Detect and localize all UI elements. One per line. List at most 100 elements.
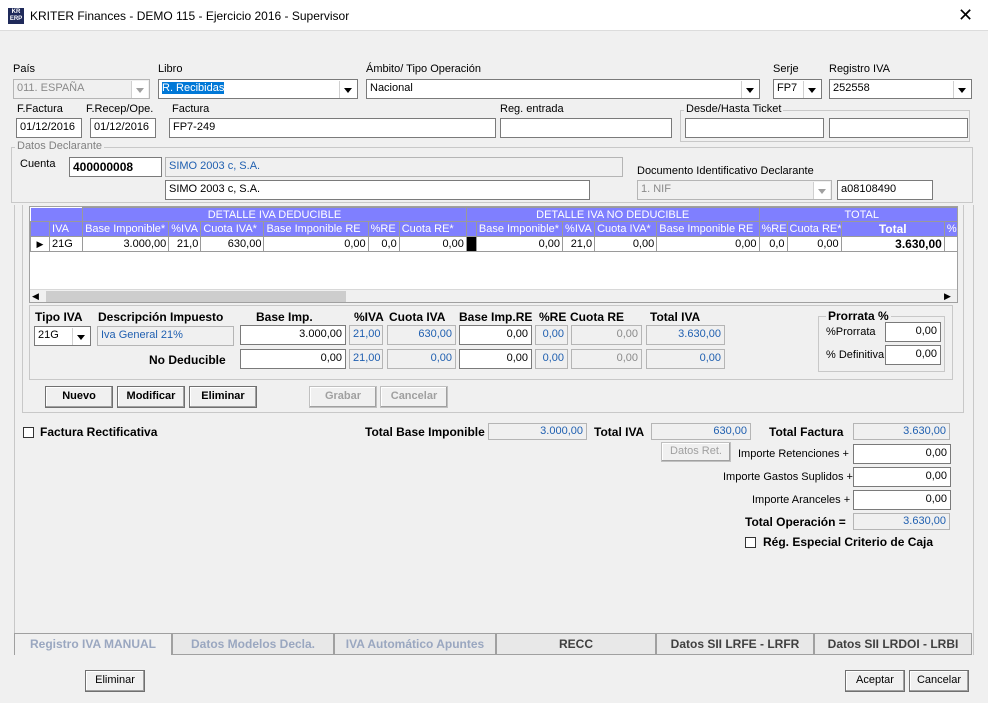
cell-piva[interactable]: 21,0 xyxy=(168,236,202,252)
col-iva[interactable]: IVA xyxy=(49,221,84,237)
libro-select[interactable]: R. Recibidas xyxy=(158,79,358,99)
chevron-down-icon xyxy=(803,81,820,98)
factura-input[interactable]: FP7-249 xyxy=(169,118,496,138)
totaliva-label: Total IVA xyxy=(650,310,701,324)
scroll-right-icon[interactable]: ▶ xyxy=(944,291,951,302)
eliminar-line-button[interactable]: Eliminar xyxy=(189,386,257,408)
criterio-caja-checkbox[interactable] xyxy=(745,537,756,548)
cell-pre[interactable]: 0,0 xyxy=(367,236,400,252)
aceptar-button[interactable]: Aceptar xyxy=(845,670,905,692)
cell-nd-piva[interactable]: 21,0 xyxy=(562,236,596,252)
col-nd-cuota-re[interactable]: Cuota RE* xyxy=(786,221,842,237)
definitiva-input[interactable]: 0,00 xyxy=(885,345,941,365)
ffactura-input[interactable]: 01/12/2016 xyxy=(16,118,82,138)
iva-grid-table: DETALLE IVA DEDUCIBLE DETALLE IVA NO DED… xyxy=(30,207,957,252)
datos-ret-button[interactable]: Datos Ret. xyxy=(661,442,731,462)
pais-select[interactable]: 011. ESPAÑA xyxy=(13,79,150,99)
iva-grid[interactable]: DETALLE IVA DEDUCIBLE DETALLE IVA NO DED… xyxy=(29,206,958,303)
cuotare-label: Cuota RE xyxy=(570,310,624,324)
tab-recc[interactable]: RECC xyxy=(496,633,656,655)
frecep-input[interactable]: 01/12/2016 xyxy=(90,118,156,138)
cancelar-button[interactable]: Cancelar xyxy=(909,670,969,692)
col-nd-base-imponible[interactable]: Base Imponible* xyxy=(475,221,564,237)
regentrada-input[interactable] xyxy=(500,118,672,138)
col-nd-piva[interactable]: %IVA xyxy=(562,221,596,237)
definitiva-label: % Definitiva xyxy=(826,349,885,361)
total-op-label: Total Operación = xyxy=(745,515,846,529)
col-base-re[interactable]: Base Imponible RE xyxy=(263,221,369,237)
cancelar-line-button[interactable]: Cancelar xyxy=(380,386,448,408)
cell-cuota[interactable]: 630,00 xyxy=(200,236,265,252)
retenciones-input[interactable]: 0,00 xyxy=(853,444,951,464)
eliminar-button[interactable]: Eliminar xyxy=(85,670,145,692)
declarante-name-input[interactable]: SIMO 2003 c, S.A. xyxy=(165,180,590,200)
ticket-desde-input[interactable] xyxy=(685,118,824,138)
tab-datos-modelos[interactable]: Datos Modelos Decla. xyxy=(172,633,334,655)
scroll-left-icon[interactable]: ◀ xyxy=(32,291,39,302)
col-pre[interactable]: %RE xyxy=(367,221,400,237)
ticket-hasta-input[interactable] xyxy=(829,118,968,138)
cell-base-re[interactable]: 0,00 xyxy=(263,236,369,252)
cell-nd-cuota[interactable]: 0,00 xyxy=(594,236,658,252)
base-input[interactable]: 3.000,00 xyxy=(240,325,346,345)
cell-nd-base[interactable]: 0,00 xyxy=(475,236,564,252)
gastos-input[interactable]: 0,00 xyxy=(853,467,951,487)
col-cuota-re[interactable]: Cuota RE* xyxy=(398,221,467,237)
cell-pf[interactable] xyxy=(943,236,957,252)
grid-hscrollbar[interactable]: ◀ ▶ xyxy=(30,289,957,302)
col-nd-cuota-iva[interactable]: Cuota IVA* xyxy=(594,221,658,237)
aranceles-input[interactable]: 0,00 xyxy=(853,490,951,510)
cuenta-name: SIMO 2003 c, S.A. xyxy=(165,157,623,177)
desc-value: Iva General 21% xyxy=(97,326,234,346)
grid-group-header: DETALLE IVA DEDUCIBLE DETALLE IVA NO DED… xyxy=(30,207,957,222)
tipo-iva-select[interactable]: 21G xyxy=(34,326,91,346)
cell-cuota-re[interactable]: 0,00 xyxy=(398,236,467,252)
col-nd-base-re[interactable]: Base Imponible RE xyxy=(656,221,760,237)
cell-nd-cuota-re[interactable]: 0,00 xyxy=(786,236,842,252)
cuenta-input[interactable]: 400000008 xyxy=(69,157,162,177)
doc-type-select[interactable]: 1. NIF xyxy=(637,180,832,200)
cell-total[interactable]: 3.630,00 xyxy=(840,236,945,252)
col-nd-pre[interactable]: %RE xyxy=(758,221,788,237)
total-factura-label: Total Factura xyxy=(769,425,844,439)
registro-select[interactable]: 252558 xyxy=(829,79,972,99)
pais-value: 011. ESPAÑA xyxy=(17,82,85,94)
chevron-down-icon xyxy=(813,182,830,199)
aranceles-label: Importe Aranceles + xyxy=(752,494,851,506)
ambito-select[interactable]: Nacional xyxy=(366,79,760,99)
doc-value-input[interactable]: a08108490 xyxy=(837,180,933,200)
cuota-value: 630,00 xyxy=(387,325,456,345)
prorrata-input[interactable]: 0,00 xyxy=(885,322,941,342)
scroll-thumb[interactable] xyxy=(46,291,346,302)
col-cuota-iva[interactable]: Cuota IVA* xyxy=(200,221,265,237)
col-piva[interactable]: %IVA xyxy=(168,221,202,237)
close-icon[interactable]: ✕ xyxy=(958,5,973,25)
nd-base-input[interactable]: 0,00 xyxy=(240,349,346,369)
basere-input[interactable]: 0,00 xyxy=(459,325,532,345)
cell-nd-pre[interactable]: 0,0 xyxy=(758,236,788,252)
total-iva-value: 630,00 xyxy=(651,423,751,440)
doc-type-value: 1. NIF xyxy=(641,183,671,195)
libro-value: R. Recibidas xyxy=(162,82,225,94)
tab-iva-automatico[interactable]: IVA Automático Apuntes xyxy=(334,633,496,655)
grabar-button[interactable]: Grabar xyxy=(309,386,377,408)
chevron-down-icon xyxy=(741,81,758,98)
serie-value: FP7 xyxy=(777,82,798,94)
cell-iva[interactable]: 21G xyxy=(49,236,84,252)
modificar-button[interactable]: Modificar xyxy=(117,386,185,408)
cell-base[interactable]: 3.000,00 xyxy=(82,236,170,252)
tab-registro-iva-manual[interactable]: Registro IVA MANUAL xyxy=(14,633,172,655)
pais-label: País xyxy=(13,63,36,75)
serie-select[interactable]: FP7 xyxy=(773,79,822,99)
table-row[interactable]: ▶ 21G 3.000,00 21,0 630,00 0,00 0,0 0,00… xyxy=(30,236,957,252)
col-base-imponible[interactable]: Base Imponible* xyxy=(82,221,170,237)
col-pf[interactable]: %F xyxy=(943,221,957,237)
nd-basere-input[interactable]: 0,00 xyxy=(459,349,532,369)
tab-sii-lrdoi[interactable]: Datos SII LRDOI - LRBI xyxy=(814,633,972,655)
nuevo-button[interactable]: Nuevo xyxy=(45,386,113,408)
col-total[interactable]: Total xyxy=(840,221,945,237)
tab-sii-lrfe[interactable]: Datos SII LRFE - LRFR xyxy=(656,633,814,655)
grid-column-header: IVA Base Imponible* %IVA Cuota IVA* Base… xyxy=(30,221,957,237)
cell-nd-base-re[interactable]: 0,00 xyxy=(656,236,760,252)
rectificativa-checkbox[interactable] xyxy=(23,427,34,438)
